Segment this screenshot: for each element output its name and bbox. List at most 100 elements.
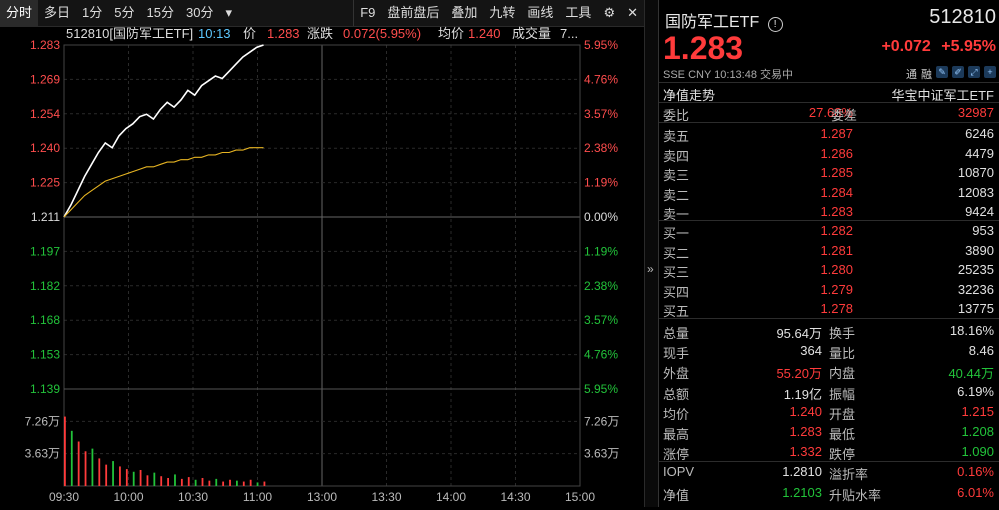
y-tick-label: 1.211 bbox=[31, 210, 60, 224]
chart-header-item: 均价 bbox=[438, 26, 464, 41]
y-tick-label: 1.269 bbox=[30, 72, 60, 86]
volume-bar bbox=[70, 430, 73, 486]
bid-row[interactable]: 买一 1.282 953 bbox=[659, 222, 999, 241]
separator bbox=[659, 102, 999, 103]
chart-svg[interactable]: 09:30 10:00 10:30 11:00 13:00 13:30 14:00 14:30… bbox=[0, 26, 644, 507]
tab-row[interactable]: 净值走势 华宝中证军工ETF bbox=[659, 84, 999, 103]
bid-volume: 32236 bbox=[957, 281, 994, 297]
volume-bar bbox=[194, 479, 197, 486]
bid-price: 1.281 bbox=[820, 242, 853, 258]
ask-price: 1.283 bbox=[820, 204, 853, 219]
quote-panel: 国防军工ETF ! 512810 1.283 +0.072 +5.95% SSE… bbox=[658, 0, 999, 507]
ask-label: 卖二 bbox=[663, 187, 690, 203]
y-tick-label: 1.240 bbox=[30, 141, 60, 155]
weibi-row[interactable]: 委比 27.68% 委差 32987 bbox=[659, 104, 999, 123]
badge-tong[interactable]: 通 bbox=[906, 66, 917, 82]
stat-row[interactable]: 涨停 1.332 跌停 1.090 bbox=[659, 443, 999, 462]
stat-value: 1.090 bbox=[961, 444, 994, 460]
stat-row[interactable]: 现手 364 量比 8.46 bbox=[659, 342, 999, 361]
stat-value: 1.208 bbox=[961, 424, 994, 439]
stat-value: 6.01% bbox=[957, 484, 994, 500]
bid-volume: 13775 bbox=[957, 301, 994, 316]
stat-value: 18.16% bbox=[949, 323, 994, 338]
expand-icon[interactable]: ⤢ bbox=[968, 66, 980, 78]
toolbar-right-3[interactable]: 九转 bbox=[483, 0, 521, 26]
stat-label: 净值 bbox=[663, 487, 690, 503]
toolbar-tab-3[interactable]: 5分 bbox=[108, 0, 140, 26]
bid-label: 买二 bbox=[663, 245, 690, 261]
stat-value: 1.2103 bbox=[782, 484, 822, 500]
chart-header-item: 价 bbox=[243, 26, 256, 41]
volume-bar bbox=[146, 475, 149, 486]
bid-volume: 3890 bbox=[965, 242, 994, 258]
x-tick-label: 13:00 bbox=[307, 490, 337, 504]
bid-row[interactable]: 买四 1.279 32236 bbox=[659, 281, 999, 300]
bid-row[interactable]: 买二 1.281 3890 bbox=[659, 242, 999, 261]
toolbar-right-4[interactable]: 画线 bbox=[521, 0, 559, 26]
chart-header-item: 1.240 bbox=[468, 26, 501, 41]
ask-row[interactable]: 卖二 1.284 12083 bbox=[659, 184, 999, 203]
ask-row[interactable]: 卖三 1.285 10870 bbox=[659, 164, 999, 183]
y-tick-pct-label: 3.57% bbox=[584, 313, 618, 327]
toolbar-right-2[interactable]: 叠加 bbox=[445, 0, 483, 26]
stat-row[interactable]: 总额 1.19亿 振幅 6.19% bbox=[659, 383, 999, 402]
chart-header-item: 10:13 bbox=[198, 26, 231, 41]
toolbar-tab-1[interactable]: 多日 bbox=[38, 0, 76, 26]
volume-bar bbox=[98, 458, 101, 486]
y-tick-label: 1.168 bbox=[30, 313, 60, 327]
bid-volume: 953 bbox=[972, 223, 994, 238]
chart-toolbar: 分时 多日 1分 5分 15分 30分 ▾ F9 盘前盘后 叠加 九转 画线 工具 ⚙ ✕ bbox=[0, 0, 644, 27]
toolbar-right-7[interactable]: ✕ bbox=[621, 0, 644, 26]
security-code: 512810 bbox=[929, 6, 996, 28]
volume-bar bbox=[64, 416, 66, 486]
toolbar-right-0[interactable]: F9 bbox=[353, 0, 381, 26]
toolbar-right-1[interactable]: 盘前盘后 bbox=[381, 0, 445, 26]
stat-row[interactable]: 均价 1.240 开盘 1.215 bbox=[659, 403, 999, 422]
stat-row[interactable]: 最高 1.283 最低 1.208 bbox=[659, 423, 999, 442]
toolbar-tab-2[interactable]: 1分 bbox=[76, 0, 108, 26]
vol-tick-label: 7.26万 bbox=[25, 414, 60, 428]
ask-volume: 12083 bbox=[957, 184, 994, 200]
bid-row[interactable]: 买三 1.280 25235 bbox=[659, 261, 999, 280]
stat-row[interactable]: IOPV 1.2810 溢折率 0.16% bbox=[659, 463, 999, 482]
vol-tick-label-right: 3.63万 bbox=[584, 447, 619, 461]
stat-label: 外盘 bbox=[663, 366, 690, 382]
stat-row[interactable]: 外盘 55.20万 内盘 40.44万 bbox=[659, 362, 999, 381]
stat-row[interactable]: 总量 95.64万 换手 18.16% bbox=[659, 322, 999, 341]
info-circle-icon[interactable]: ! bbox=[767, 17, 783, 32]
pen-icon[interactable]: ✐ bbox=[952, 66, 964, 78]
panel-divider[interactable] bbox=[644, 0, 659, 507]
ask-row[interactable]: 卖五 1.287 6246 bbox=[659, 125, 999, 144]
add-icon[interactable]: + bbox=[984, 66, 996, 78]
volume-bar bbox=[201, 477, 204, 486]
separator bbox=[659, 122, 999, 123]
edit-icon[interactable]: ✎ bbox=[936, 66, 948, 78]
toolbar-tab-5[interactable]: 30分 bbox=[180, 0, 219, 26]
x-tick-label: 15:00 bbox=[565, 490, 595, 504]
toolbar-right-6[interactable]: ⚙ bbox=[597, 0, 621, 26]
bid-row[interactable]: 买五 1.278 13775 bbox=[659, 300, 999, 319]
toolbar-right-5[interactable]: 工具 bbox=[559, 0, 597, 26]
toolbar-tab-6[interactable]: ▾ bbox=[219, 0, 238, 26]
expand-arrow-icon[interactable]: » bbox=[647, 262, 654, 276]
x-tick-label: 10:00 bbox=[113, 490, 143, 504]
badge-rong[interactable]: 融 bbox=[921, 66, 932, 82]
toolbar-tab-4[interactable]: 15分 bbox=[141, 0, 180, 26]
stat-label: 内盘 bbox=[829, 366, 856, 382]
ask-label: 卖五 bbox=[663, 129, 690, 144]
chart-header-item: 7... bbox=[560, 26, 578, 41]
stat-row[interactable]: 净值 1.2103 升贴水率 6.01% bbox=[659, 484, 999, 503]
badge-bar: 通 融 ✎ ✐ ⤢ + bbox=[906, 66, 996, 82]
stat-value: 1.215 bbox=[961, 403, 994, 419]
toolbar-tab-0[interactable]: 分时 bbox=[0, 0, 39, 26]
intraday-chart[interactable]: 09:30 10:00 10:30 11:00 13:00 13:30 14:00 14:30… bbox=[0, 26, 644, 507]
ask-row[interactable]: 卖四 1.286 4479 bbox=[659, 145, 999, 164]
ask-volume: 4479 bbox=[965, 145, 994, 161]
y-tick-pct-label: 5.95% bbox=[584, 382, 618, 396]
volume-bar bbox=[249, 479, 252, 486]
y-tick-pct-label: 4.76% bbox=[584, 348, 618, 362]
y-tick-label: 1.225 bbox=[30, 176, 60, 190]
ask-price: 1.286 bbox=[820, 145, 853, 161]
y-tick-label: 1.153 bbox=[30, 348, 60, 362]
volume-bar bbox=[263, 481, 266, 486]
